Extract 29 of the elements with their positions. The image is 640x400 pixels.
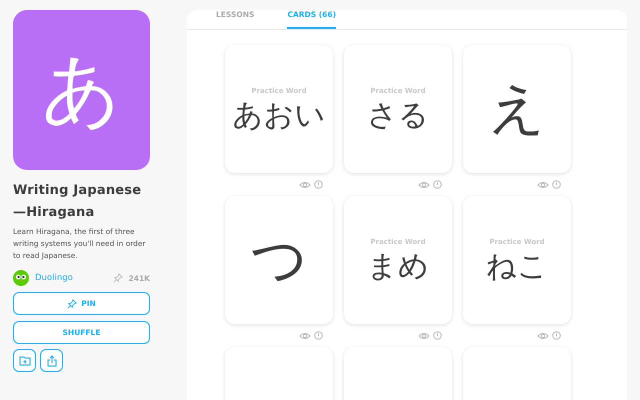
flashcard[interactable]: え: [463, 45, 571, 173]
card-word: ねこ: [486, 250, 548, 282]
pin-icon: [112, 273, 123, 283]
flashcard[interactable]: つ: [225, 196, 333, 324]
eye-icon[interactable]: [299, 332, 311, 340]
card-letter: つ: [250, 232, 308, 288]
eye-icon[interactable]: [537, 180, 549, 188]
share-button[interactable]: [40, 349, 63, 372]
eye-icon[interactable]: [537, 332, 549, 340]
course-logo: あ: [13, 10, 150, 170]
eye-icon[interactable]: [299, 180, 311, 188]
alert-icon[interactable]: [433, 180, 442, 189]
alert-icon[interactable]: [314, 331, 323, 340]
share-icon: [46, 354, 56, 366]
card-word: さる: [367, 98, 429, 132]
folder-plus-icon: [18, 355, 30, 366]
card-word: まめ: [367, 250, 429, 282]
alert-icon[interactable]: [433, 331, 442, 340]
alert-icon[interactable]: [552, 331, 561, 340]
course-title: Writing Japanese—Hiragana: [13, 182, 142, 222]
owl-avatar-icon: [13, 270, 29, 286]
eye-icon[interactable]: [418, 180, 430, 188]
alert-icon[interactable]: [314, 180, 323, 189]
card-letter: え: [488, 81, 546, 137]
card-word: あおい: [232, 98, 326, 132]
add-folder-button[interactable]: [13, 349, 36, 372]
alert-icon[interactable]: [552, 180, 561, 189]
pin-icon: [67, 298, 78, 308]
eye-icon[interactable]: [418, 332, 430, 340]
